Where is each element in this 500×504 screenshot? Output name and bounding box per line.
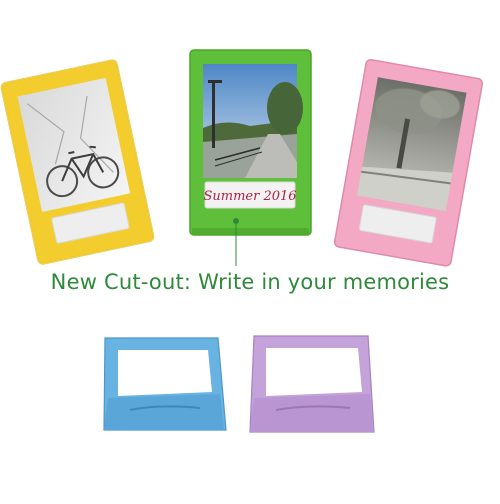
caption-text: New Cut-out: Write in your memories <box>50 270 450 294</box>
street-photo <box>203 64 303 178</box>
pink-frame <box>333 59 484 267</box>
yellow-frame <box>0 59 155 265</box>
green-frame: Summer 2016 <box>189 49 312 236</box>
green-label-text: Summer 2016 <box>203 189 296 204</box>
blue-stand <box>103 337 227 431</box>
purple-stand <box>249 335 375 433</box>
frames-illustration: Summer 2016 <box>0 49 484 433</box>
product-image: Summer 2016 New Cut-out: Write in your m… <box>0 0 500 500</box>
